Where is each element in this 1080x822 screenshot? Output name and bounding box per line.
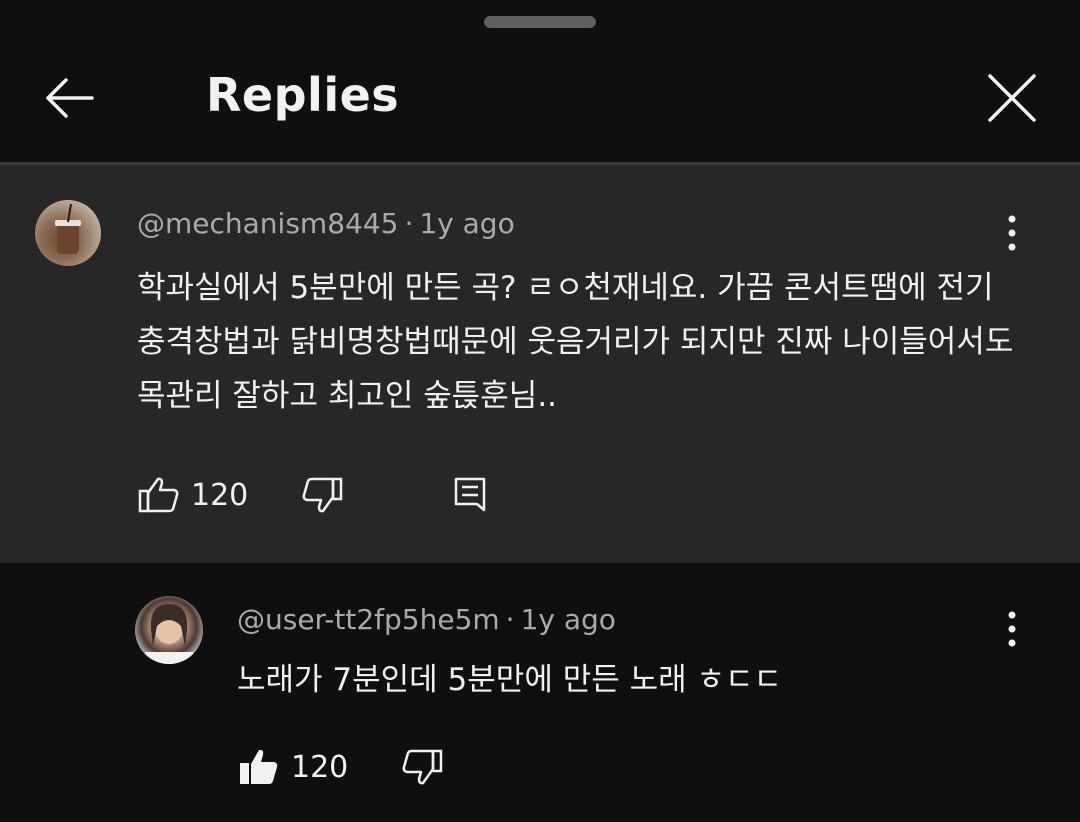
- comment-menu-button[interactable]: [992, 599, 1032, 659]
- replies-header: Replies: [0, 40, 1080, 162]
- close-button[interactable]: [972, 58, 1052, 138]
- comment-actions: 120: [237, 745, 444, 789]
- dislike-button[interactable]: [300, 473, 344, 517]
- comment-icon: [455, 477, 486, 512]
- meta-separator: ·: [404, 207, 414, 240]
- thumbs-down-outline-icon: [302, 477, 343, 513]
- close-icon: [988, 74, 1036, 122]
- avatar-image-icon: [145, 604, 193, 664]
- comment-actions: 120: [137, 473, 492, 517]
- page-title: Replies: [206, 68, 400, 122]
- thumbs-up-filled-icon: [240, 749, 278, 784]
- arrow-left-icon: [46, 78, 94, 118]
- dislike-button[interactable]: [400, 745, 444, 789]
- comment-author[interactable]: @mechanism8445: [137, 207, 398, 240]
- reply-button[interactable]: [448, 473, 492, 517]
- comment-text: 노래가 7분인데 5분만에 만든 노래 ㅎㄷㄷ: [237, 662, 783, 698]
- comment-author[interactable]: @user-tt2fp5he5m: [237, 603, 500, 636]
- avatar[interactable]: [35, 200, 101, 266]
- like-count: 120: [191, 477, 249, 513]
- comment-time: 1y ago: [520, 603, 616, 636]
- comment-text: 학과실에서 5분만에 만든 곡? ㄹㅇ천재네요. 가끔 콘서트땜에 전기충격창법…: [137, 270, 1014, 414]
- like-button[interactable]: [237, 745, 281, 789]
- avatar-image-icon: [55, 203, 81, 254]
- like-count: 120: [291, 749, 349, 785]
- comment-time: 1y ago: [419, 207, 515, 240]
- comment-menu-button[interactable]: [992, 203, 1032, 263]
- parent-comment: @mechanism8445 · 1y ago 학과실에서 5분만에 만든 곡? ㄹ…: [0, 165, 1080, 563]
- comment-meta: @mechanism8445 · 1y ago: [137, 207, 515, 240]
- more-vertical-icon: [1008, 215, 1016, 251]
- more-vertical-icon: [1008, 611, 1016, 647]
- back-button[interactable]: [30, 58, 110, 138]
- meta-separator: ·: [505, 603, 515, 636]
- drag-handle[interactable]: [484, 16, 596, 28]
- thumbs-down-outline-icon: [402, 749, 443, 785]
- like-button[interactable]: [137, 473, 181, 517]
- thumbs-up-outline-icon: [138, 477, 179, 513]
- comment-meta: @user-tt2fp5he5m · 1y ago: [237, 603, 616, 636]
- replies-sheet: Replies @mechanism8445 · 1y ago 학과실에서 5분…: [0, 0, 1080, 822]
- reply-comment: @user-tt2fp5he5m · 1y ago 노래가 7분인데 5분만에 만든…: [0, 563, 1080, 822]
- avatar[interactable]: [135, 596, 203, 664]
